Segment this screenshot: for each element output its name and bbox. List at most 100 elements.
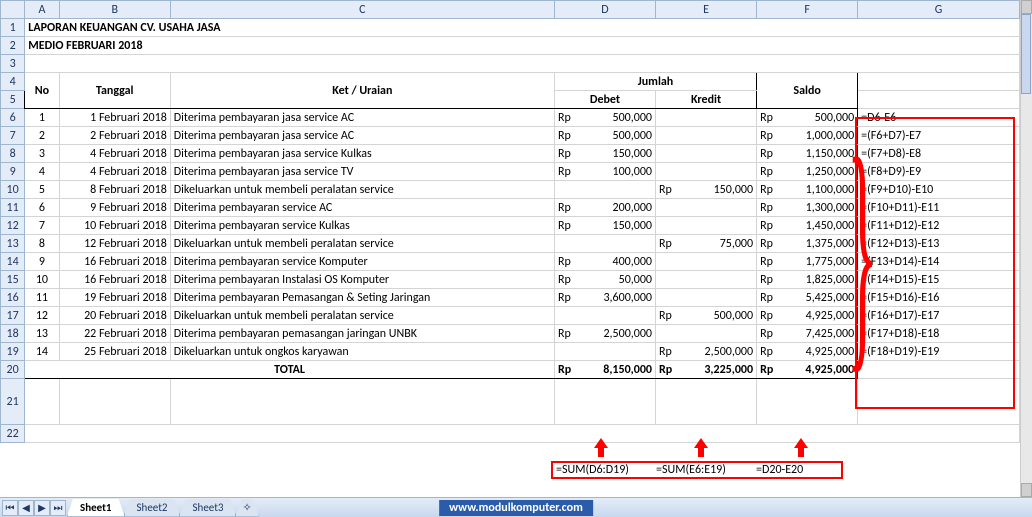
cell-saldo[interactable]: Rp4,925,000 xyxy=(757,343,858,361)
cell-tgl[interactable]: 8 Februari 2018 xyxy=(59,181,170,199)
cell-kre[interactable] xyxy=(656,127,757,145)
cell-tgl[interactable]: 16 Februari 2018 xyxy=(59,271,170,289)
hdr-ket[interactable]: Ket / Uraian xyxy=(170,73,554,109)
cell-no[interactable]: 7 xyxy=(25,217,59,235)
cell-ket[interactable]: Dikeluarkan untuk membeli peralatan serv… xyxy=(170,181,554,199)
hdr-kredit[interactable]: Kredit xyxy=(656,91,757,109)
cell-ket[interactable]: Diterima pembayaran pemasangan jaringan … xyxy=(170,325,554,343)
cell-deb[interactable]: Rp400,000 xyxy=(554,253,655,271)
cell-saldo[interactable]: Rp1,450,000 xyxy=(757,217,858,235)
row-5[interactable]: 5 xyxy=(1,91,25,109)
row-9[interactable]: 9 xyxy=(1,163,25,181)
cell-no[interactable]: 12 xyxy=(25,307,59,325)
cell-saldo[interactable]: Rp1,375,000 xyxy=(757,235,858,253)
col-D[interactable]: D xyxy=(554,1,655,19)
row-20[interactable]: 20 xyxy=(1,361,25,379)
cell-kre[interactable] xyxy=(656,145,757,163)
row-16[interactable]: 16 xyxy=(1,289,25,307)
cell-deb[interactable] xyxy=(554,307,655,325)
cell-kre[interactable]: Rp2,500,000 xyxy=(656,343,757,361)
cell-no[interactable]: 5 xyxy=(25,181,59,199)
cell[interactable] xyxy=(170,379,554,425)
tab-last-icon[interactable]: ⏭ xyxy=(50,500,66,516)
col-E[interactable]: E xyxy=(656,1,757,19)
cell-kre[interactable] xyxy=(656,217,757,235)
col-G[interactable]: G xyxy=(858,1,1020,19)
col-F[interactable]: F xyxy=(757,1,858,19)
cell-kre[interactable] xyxy=(656,163,757,181)
row-11[interactable]: 11 xyxy=(1,199,25,217)
cell-deb[interactable] xyxy=(554,343,655,361)
row-19[interactable]: 19 xyxy=(1,343,25,361)
title-1[interactable]: LAPORAN KEUANGAN CV. USAHA JASA xyxy=(25,19,1020,37)
tab-sheet1[interactable]: Sheet1 xyxy=(67,499,125,517)
tab-prev-icon[interactable]: ◀ xyxy=(18,500,34,516)
scroll-down-icon[interactable] xyxy=(1021,483,1032,497)
cell-kre[interactable]: Rp500,000 xyxy=(656,307,757,325)
col-C[interactable]: C xyxy=(170,1,554,19)
cell-ket[interactable]: Diterima pembayaran service AC xyxy=(170,199,554,217)
total-kre[interactable]: Rp3,225,000 xyxy=(656,361,757,379)
cell-kre[interactable]: Rp150,000 xyxy=(656,181,757,199)
row-2[interactable]: 2 xyxy=(1,37,25,55)
cell-tgl[interactable]: 19 Februari 2018 xyxy=(59,289,170,307)
cell-saldo[interactable]: Rp1,150,000 xyxy=(757,145,858,163)
cell-saldo[interactable]: Rp4,925,000 xyxy=(757,307,858,325)
cell-saldo[interactable]: Rp1,100,000 xyxy=(757,181,858,199)
row-14[interactable]: 14 xyxy=(1,253,25,271)
cell-kre[interactable] xyxy=(656,325,757,343)
row-17[interactable]: 17 xyxy=(1,307,25,325)
cell-saldo[interactable]: Rp1,000,000 xyxy=(757,127,858,145)
cell-ket[interactable]: Dikeluarkan untuk membeli peralatan serv… xyxy=(170,307,554,325)
cell-F21[interactable] xyxy=(757,379,858,425)
cell-ket[interactable]: Diterima pembayaran service Kulkas xyxy=(170,217,554,235)
cell[interactable] xyxy=(25,379,59,425)
cell-kre[interactable] xyxy=(656,271,757,289)
col-A[interactable]: A xyxy=(25,1,59,19)
cell-D21[interactable] xyxy=(554,379,655,425)
hdr-saldo[interactable]: Saldo xyxy=(757,73,858,109)
cell-ket[interactable]: Diterima pembayaran jasa service Kulkas xyxy=(170,145,554,163)
tab-next-icon[interactable]: ▶ xyxy=(34,500,50,516)
cell-no[interactable]: 2 xyxy=(25,127,59,145)
cell-no[interactable]: 10 xyxy=(25,271,59,289)
cell-deb[interactable]: Rp50,000 xyxy=(554,271,655,289)
cell-no[interactable]: 4 xyxy=(25,163,59,181)
scroll-up-icon[interactable] xyxy=(1021,0,1032,14)
cell[interactable] xyxy=(25,425,1020,443)
total-label[interactable]: TOTAL xyxy=(25,361,555,379)
cell-no[interactable]: 1 xyxy=(25,109,59,127)
cell-E21[interactable] xyxy=(656,379,757,425)
row-3[interactable]: 3 xyxy=(1,55,25,73)
cell[interactable] xyxy=(858,73,1020,91)
cell-ket[interactable]: Diterima pembayaran Instalasi OS Kompute… xyxy=(170,271,554,289)
tab-new[interactable]: ✧ xyxy=(235,499,258,517)
cell[interactable] xyxy=(25,55,1020,73)
cell-ket[interactable]: Dikeluarkan untuk ongkos karyawan xyxy=(170,343,554,361)
title-2[interactable]: MEDIO FEBRUARI 2018 xyxy=(25,37,1020,55)
tab-sheet3[interactable]: Sheet3 xyxy=(179,499,236,517)
cell-no[interactable]: 14 xyxy=(25,343,59,361)
cell-saldo[interactable]: Rp1,300,000 xyxy=(757,199,858,217)
cell-deb[interactable]: Rp500,000 xyxy=(554,127,655,145)
cell-tgl[interactable]: 12 Februari 2018 xyxy=(59,235,170,253)
cell-kre[interactable] xyxy=(656,253,757,271)
cell-kre[interactable] xyxy=(656,199,757,217)
cell-saldo[interactable]: Rp7,425,000 xyxy=(757,325,858,343)
row-18[interactable]: 18 xyxy=(1,325,25,343)
tab-sheet2[interactable]: Sheet2 xyxy=(124,499,181,517)
cell-saldo[interactable]: Rp1,250,000 xyxy=(757,163,858,181)
cell-tgl[interactable]: 25 Februari 2018 xyxy=(59,343,170,361)
tab-nav[interactable]: ⏮ ◀ ▶ ⏭ xyxy=(0,500,68,516)
cell-deb[interactable] xyxy=(554,181,655,199)
cell-kre[interactable]: Rp75,000 xyxy=(656,235,757,253)
cell-deb[interactable]: Rp150,000 xyxy=(554,217,655,235)
tab-first-icon[interactable]: ⏮ xyxy=(2,500,18,516)
cell-tgl[interactable]: 9 Februari 2018 xyxy=(59,199,170,217)
cell-kre[interactable] xyxy=(656,109,757,127)
row-10[interactable]: 10 xyxy=(1,181,25,199)
row-6[interactable]: 6 xyxy=(1,109,25,127)
cell-deb[interactable] xyxy=(554,235,655,253)
cell-deb[interactable]: Rp150,000 xyxy=(554,145,655,163)
column-headers[interactable]: A B C D E F G xyxy=(1,1,1020,19)
